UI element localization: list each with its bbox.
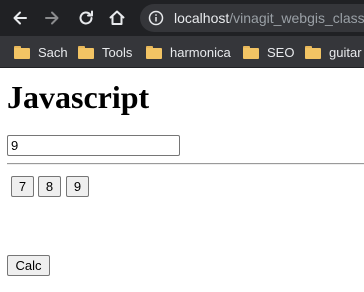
bookmark-seo[interactable]: SEO	[243, 36, 294, 68]
bookmark-label: SEO	[267, 44, 295, 60]
page-content: Javascript 7 8 9 Calc	[0, 68, 364, 292]
bookmarks-bar: Sach Tools harmonica SEO guitar	[0, 36, 364, 68]
bookmark-label: Sach	[38, 44, 68, 60]
home-button[interactable]	[105, 6, 129, 30]
folder-icon	[243, 45, 259, 59]
url-host: localhost	[174, 10, 230, 26]
bookmark-tools[interactable]: Tools	[78, 36, 132, 68]
folder-icon	[305, 45, 321, 59]
digit-button-9[interactable]: 9	[66, 176, 89, 197]
reload-icon	[79, 10, 93, 25]
calc-button[interactable]: Calc	[7, 255, 50, 276]
url-path: /vinagit_webgis_class/	[229, 10, 364, 26]
info-icon[interactable]	[148, 10, 164, 26]
forward-arrow-icon	[45, 11, 59, 25]
number-input[interactable]	[7, 135, 180, 156]
horizontal-rule	[7, 163, 364, 165]
folder-icon	[14, 45, 30, 59]
url-text: localhost/vinagit_webgis_class/	[174, 10, 364, 26]
digit-button-8[interactable]: 8	[38, 176, 61, 197]
bookmark-label: harmonica	[170, 44, 231, 60]
bookmark-label: Tools	[102, 44, 133, 60]
bookmark-sach[interactable]: Sach	[14, 36, 68, 68]
reload-button[interactable]	[74, 6, 98, 30]
forward-button[interactable]	[40, 6, 64, 30]
address-bar[interactable]: localhost/vinagit_webgis_class/	[140, 4, 364, 32]
home-icon	[109, 10, 125, 25]
back-button[interactable]	[8, 6, 32, 30]
page-title: Javascript	[7, 79, 150, 115]
bookmark-label: guitar	[329, 44, 362, 60]
digit-button-7[interactable]: 7	[11, 176, 34, 197]
folder-icon	[78, 45, 94, 59]
bookmark-guitar[interactable]: guitar	[305, 36, 362, 68]
back-arrow-icon	[13, 11, 27, 25]
bookmark-harmonica[interactable]: harmonica	[146, 36, 231, 68]
folder-icon	[146, 45, 162, 59]
browser-toolbar: localhost/vinagit_webgis_class/	[0, 0, 364, 36]
